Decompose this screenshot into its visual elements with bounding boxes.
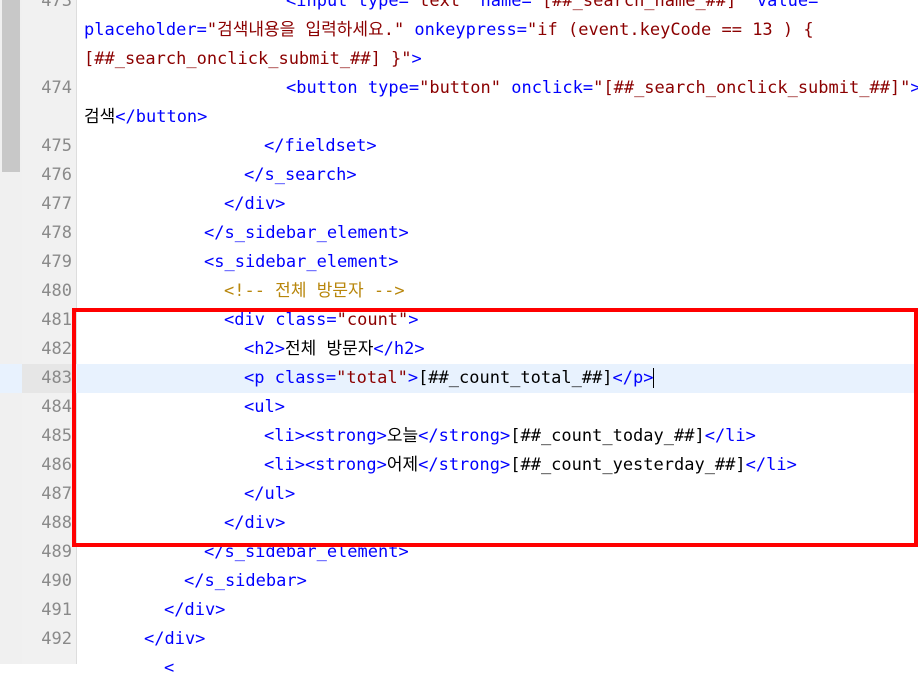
code-line[interactable]: 488 </div> xyxy=(0,509,918,538)
line-code[interactable]: <button type="button" onclick="[##_searc… xyxy=(286,74,918,103)
code-line[interactable]: 479 <s_sidebar_element> xyxy=(0,248,918,277)
line-code[interactable]: </s_search> xyxy=(244,161,357,190)
line-number: 482 xyxy=(41,339,72,359)
line-number: 474 xyxy=(41,78,72,98)
code-line[interactable]: [##_search_onclick_submit_##] }"> xyxy=(0,45,918,74)
code-line[interactable]: 478 </s_sidebar_element> xyxy=(0,219,918,248)
line-code[interactable]: <h2>전체 방문자</h2> xyxy=(244,335,425,364)
line-number: 478 xyxy=(41,223,72,243)
line-number: 479 xyxy=(41,252,72,272)
line-number: 484 xyxy=(41,397,72,417)
code-line[interactable]: < xyxy=(0,654,918,683)
code-line[interactable]: 473 <input type="text" name="[##_search_n… xyxy=(0,0,918,16)
line-code[interactable]: </div> xyxy=(224,509,285,538)
code-line[interactable]: 492 </div> xyxy=(0,625,918,654)
line-code[interactable]: <s_sidebar_element> xyxy=(204,248,398,277)
line-number: 483 xyxy=(22,364,72,393)
code-line[interactable]: 475 </fieldset> xyxy=(0,132,918,161)
line-code[interactable]: < xyxy=(164,654,174,683)
line-number: 490 xyxy=(41,571,72,591)
code-line[interactable]: 484 <ul> xyxy=(0,393,918,422)
code-line[interactable]: 486 <li><strong>어제</strong>[##_count_yest… xyxy=(0,451,918,480)
line-number: 487 xyxy=(41,484,72,504)
code-line[interactable]: 489 </s_sidebar_element> xyxy=(0,538,918,567)
code-line[interactable]: 485 <li><strong>오늘</strong>[##_count_toda… xyxy=(0,422,918,451)
code-line[interactable]: 482 <h2>전체 방문자</h2> xyxy=(0,335,918,364)
line-code[interactable]: </ul> xyxy=(244,480,295,509)
current-code-line[interactable]: 483 <p class="total">[##_count_total_##]<… xyxy=(0,364,918,393)
line-number: 477 xyxy=(41,194,72,214)
line-number: 489 xyxy=(41,542,72,562)
line-number: 488 xyxy=(41,513,72,533)
line-code[interactable]: <input type="text" name="[##_search_name… xyxy=(286,0,839,16)
line-number: 480 xyxy=(41,281,72,301)
line-code[interactable]: <p class="total">[##_count_total_##]</p> xyxy=(244,364,655,393)
code-line[interactable]: 검색</button> xyxy=(0,103,918,132)
code-line[interactable]: 491 </div> xyxy=(0,596,918,625)
line-number: 476 xyxy=(41,165,72,185)
line-number: 486 xyxy=(41,455,72,475)
line-code[interactable]: </div> xyxy=(164,596,225,625)
code-line[interactable]: 474 <button type="button" onclick="[##_se… xyxy=(0,74,918,103)
line-code[interactable]: <li><strong>어제</strong>[##_count_yesterd… xyxy=(264,451,797,480)
code-line[interactable]: 490 </s_sidebar> xyxy=(0,567,918,596)
code-line[interactable]: 487 </ul> xyxy=(0,480,918,509)
line-number: 475 xyxy=(41,136,72,156)
code-line[interactable]: placeholder="검색내용을 입력하세요." onkeypress="i… xyxy=(0,16,918,45)
line-number: 481 xyxy=(41,310,72,330)
line-number: 492 xyxy=(41,629,72,649)
line-code[interactable]: <div class="count"> xyxy=(224,306,419,335)
line-code[interactable]: </div> xyxy=(144,625,205,654)
line-code[interactable]: </div> xyxy=(224,190,285,219)
line-code[interactable]: <ul> xyxy=(244,393,285,422)
line-code[interactable]: <!-- 전체 방문자 --> xyxy=(224,277,405,306)
line-code[interactable]: </s_sidebar> xyxy=(184,567,307,596)
line-number: 491 xyxy=(41,600,72,620)
code-editor[interactable]: 473 <input type="text" name="[##_search_n… xyxy=(0,0,918,683)
code-line[interactable]: 476 </s_search> xyxy=(0,161,918,190)
line-code[interactable]: </s_sidebar_element> xyxy=(204,219,409,248)
code-line[interactable]: 481 <div class="count"> xyxy=(0,306,918,335)
text-caret xyxy=(653,368,655,388)
code-line[interactable]: 480 <!-- 전체 방문자 --> xyxy=(0,277,918,306)
code-line[interactable]: 477 </div> xyxy=(0,190,918,219)
line-number: 473 xyxy=(41,0,72,11)
line-code[interactable]: placeholder="검색내용을 입력하세요." onkeypress="i… xyxy=(84,16,814,45)
line-code[interactable]: </fieldset> xyxy=(264,132,377,161)
line-code[interactable]: <li><strong>오늘</strong>[##_count_today_#… xyxy=(264,422,756,451)
line-number: 485 xyxy=(41,426,72,446)
line-code[interactable]: </s_sidebar_element> xyxy=(204,538,409,567)
line-code[interactable]: 검색</button> xyxy=(84,103,207,132)
line-code[interactable]: [##_search_onclick_submit_##] }"> xyxy=(84,45,422,74)
